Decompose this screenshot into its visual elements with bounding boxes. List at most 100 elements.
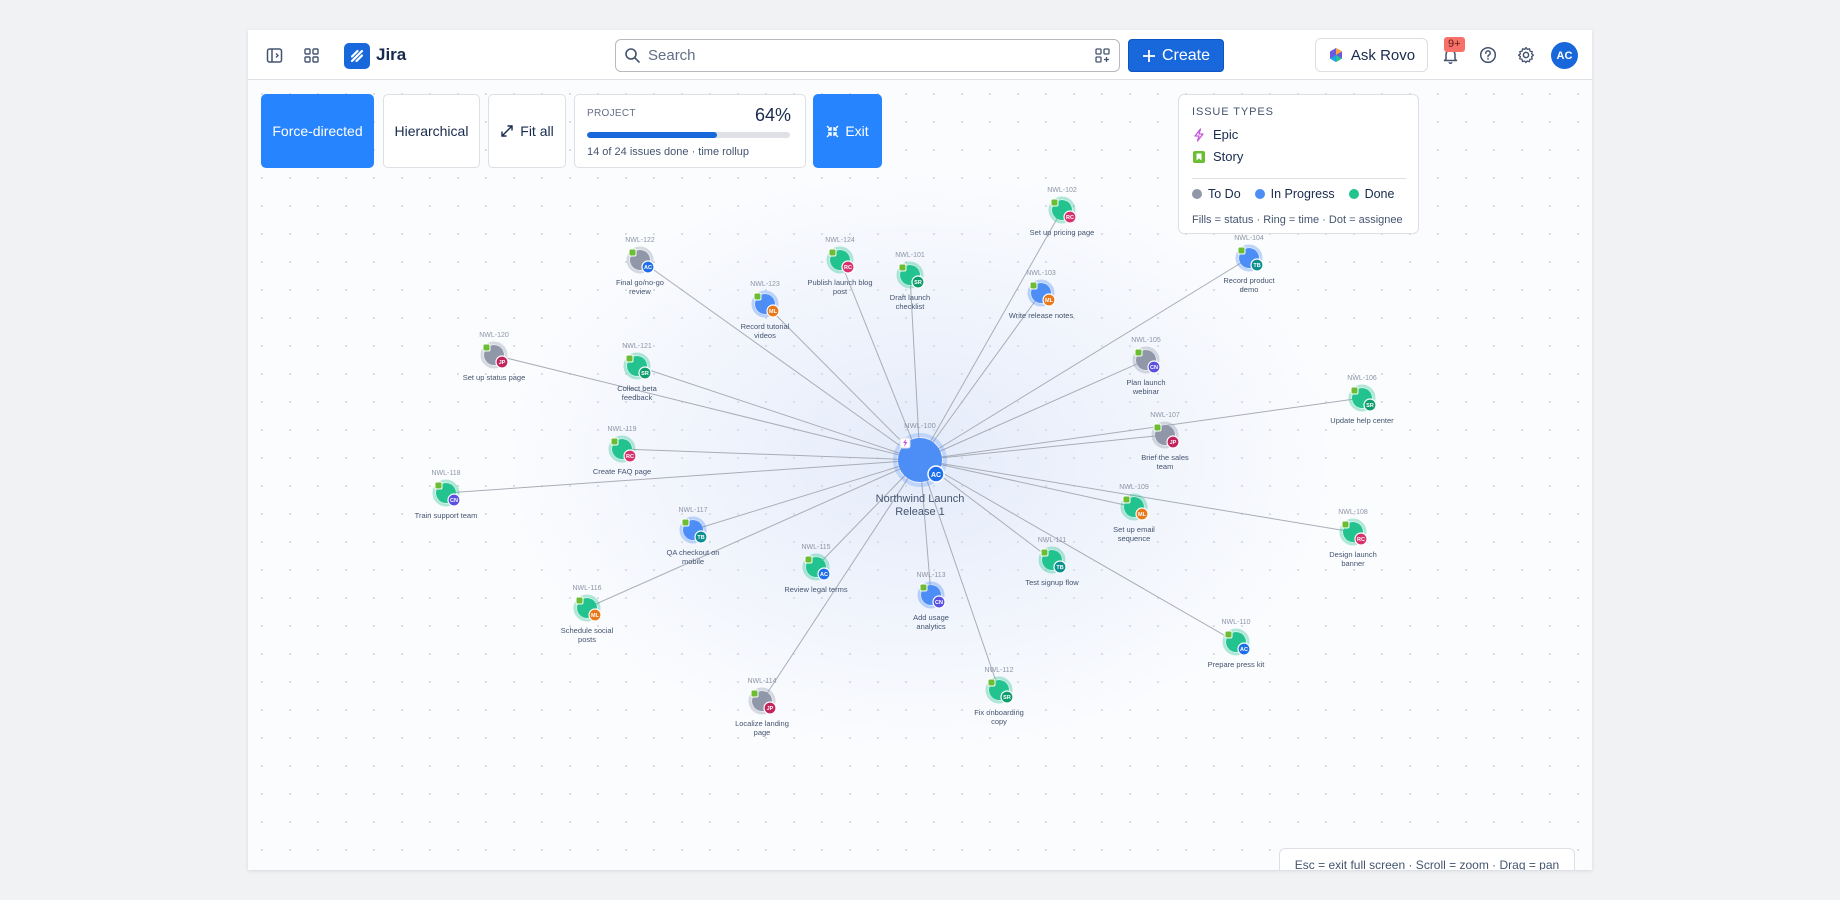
- issue-node[interactable]: SR NWL-121 Collect betafeedback: [617, 343, 657, 402]
- help-icon[interactable]: [1475, 42, 1501, 68]
- issue-node[interactable]: JP NWL-114 Localize landingpage: [735, 678, 789, 737]
- ask-rovo-button[interactable]: Ask Rovo: [1315, 38, 1428, 72]
- issue-node[interactable]: SR NWL-101 Draft launchchecklist: [890, 252, 930, 311]
- dependency-edge: [919, 459, 1237, 643]
- issue-node[interactable]: CN NWL-118 Train support team: [415, 470, 478, 520]
- search-box[interactable]: [615, 39, 1120, 72]
- issue-title: Add usage: [913, 613, 949, 622]
- issue-key: NWL-104: [1234, 235, 1264, 242]
- issue-title: Review legal terms: [784, 585, 848, 594]
- issue-node[interactable]: RC NWL-124 Publish launch blogpost: [807, 237, 872, 296]
- assignee-initials: AC: [931, 472, 941, 479]
- dependency-edge: [621, 448, 921, 461]
- issue-types-legend: ISSUE TYPES Epic Story To Do In Progress…: [1178, 94, 1419, 234]
- issue-node[interactable]: RC NWL-119 Create FAQ page: [593, 426, 651, 476]
- dependency-edge: [919, 359, 1147, 461]
- issue-node[interactable]: JP NWL-107 Brief the salesteam: [1141, 412, 1189, 471]
- issue-node[interactable]: ML NWL-116 Schedule socialposts: [561, 585, 614, 644]
- issue-node[interactable]: TB NWL-104 Record productdemo: [1223, 235, 1275, 294]
- issue-node[interactable]: RC NWL-102 Set up pricing page: [1030, 187, 1095, 237]
- issue-title: Record product: [1223, 276, 1275, 285]
- issue-node[interactable]: AC NWL-110 Prepare press kit: [1208, 619, 1266, 669]
- issue-key: NWL-102: [1047, 187, 1077, 194]
- issue-node[interactable]: ML NWL-103 Write release notes: [1009, 270, 1074, 320]
- issue-key: NWL-106: [1347, 375, 1377, 382]
- issue-node[interactable]: RC NWL-108 Design launchbanner: [1329, 509, 1377, 568]
- search-icon: [625, 48, 640, 63]
- force-directed-layout-button[interactable]: Force-directed: [261, 94, 374, 168]
- issue-title: feedback: [622, 393, 653, 402]
- issue-title: Train support team: [415, 511, 478, 520]
- issue-key: NWL-115: [801, 544, 830, 551]
- assignee-initials: JP: [499, 360, 506, 366]
- issue-title: Set up email: [1113, 525, 1155, 534]
- story-icon: [434, 481, 443, 490]
- issue-key: NWL-119: [607, 426, 636, 433]
- project-summary: 14 of 24 issues done · time rollup: [587, 146, 750, 158]
- jira-window: Jira Create Ask Rovo 9+ AC SR NWL-101 Draf…: [248, 30, 1592, 870]
- issue-title: Write release notes: [1009, 311, 1074, 320]
- command-icon[interactable]: [1094, 47, 1111, 64]
- issue-title: Set up pricing page: [1030, 228, 1095, 237]
- hierarchical-layout-button[interactable]: Hierarchical: [383, 94, 480, 168]
- user-avatar[interactable]: AC: [1551, 42, 1578, 69]
- assignee-initials: ML: [591, 613, 600, 619]
- create-button[interactable]: Create: [1128, 39, 1224, 72]
- rovo-icon: [1329, 48, 1342, 62]
- story-icon: [750, 689, 759, 698]
- jira-logo-icon[interactable]: [344, 43, 370, 69]
- story-icon: [1134, 348, 1143, 357]
- legend-story-label: Story: [1213, 149, 1244, 164]
- ask-rovo-label: Ask Rovo: [1350, 46, 1416, 64]
- sidebar-toggle-icon[interactable]: [261, 42, 287, 68]
- issue-node[interactable]: SR NWL-106 Update help center: [1330, 375, 1394, 425]
- issue-node[interactable]: TB NWL-117 QA checkout onmobile: [667, 507, 720, 566]
- issue-node[interactable]: JP NWL-120 Set up status page: [463, 332, 526, 382]
- legend-divider: [1192, 178, 1406, 179]
- dependency-edge: [445, 459, 921, 494]
- app-switcher-icon[interactable]: [298, 42, 324, 68]
- issue-node[interactable]: AC NWL-115 Review legal terms: [784, 544, 848, 594]
- project-progress-fill: [587, 132, 717, 138]
- product-name[interactable]: Jira: [376, 45, 406, 65]
- story-icon: [1029, 281, 1038, 290]
- story-icon: [1050, 198, 1059, 207]
- issue-title: Prepare press kit: [1208, 660, 1266, 669]
- assignee-initials: AC: [820, 572, 828, 578]
- done-dot: [1348, 189, 1359, 199]
- assignee-initials: CN: [935, 600, 943, 606]
- exit-fullscreen-button[interactable]: Exit: [813, 94, 882, 168]
- issue-title: review: [629, 287, 651, 296]
- issue-node[interactable]: AC NWL-122 Final go/no-goreview: [616, 237, 664, 296]
- issue-title: banner: [1341, 559, 1365, 568]
- issue-title: videos: [754, 331, 776, 340]
- story-icon: [575, 596, 584, 605]
- assignee-initials: RC: [626, 454, 634, 460]
- issue-title: Record tutorial: [741, 322, 790, 331]
- issue-node[interactable]: TB NWL-111 Test signup flow: [1025, 537, 1079, 587]
- issue-node[interactable]: ML NWL-123 Record tutorialvideos: [741, 281, 790, 340]
- story-icon: [1153, 423, 1162, 432]
- issue-title: Publish launch blog: [807, 278, 872, 287]
- issue-node[interactable]: CN NWL-113 Add usageanalytics: [913, 572, 949, 631]
- graph-canvas[interactable]: SR NWL-101 Draft launch checklist RC NWL-102 S…: [248, 80, 1592, 870]
- legend-note: Fills = status · Ring = time · Dot = ass…: [1192, 214, 1403, 226]
- issue-node[interactable]: SR NWL-112 Fix onboardingcopy: [974, 667, 1024, 726]
- assignee-initials: ML: [1138, 512, 1147, 518]
- project-progress-card: PROJECT 64% 14 of 24 issues done · time …: [574, 94, 806, 168]
- issue-title: analytics: [916, 622, 945, 631]
- dependency-edge: [919, 397, 1363, 461]
- settings-icon[interactable]: [1513, 42, 1539, 68]
- fit-all-button[interactable]: Fit all: [488, 94, 566, 168]
- issue-key: NWL-103: [1026, 270, 1056, 277]
- issue-key: NWL-100: [904, 421, 936, 430]
- issue-title: Set up status page: [463, 373, 526, 382]
- dependency-edge: [919, 434, 1166, 461]
- search-input[interactable]: [648, 44, 1068, 67]
- issue-key: NWL-112: [984, 667, 1013, 674]
- issue-title: mobile: [682, 557, 704, 566]
- create-button-label: Create: [1161, 46, 1211, 64]
- notifications-badge[interactable]: 9+: [1444, 37, 1465, 52]
- issue-title: checklist: [896, 302, 926, 311]
- legend-title: ISSUE TYPES: [1192, 106, 1274, 118]
